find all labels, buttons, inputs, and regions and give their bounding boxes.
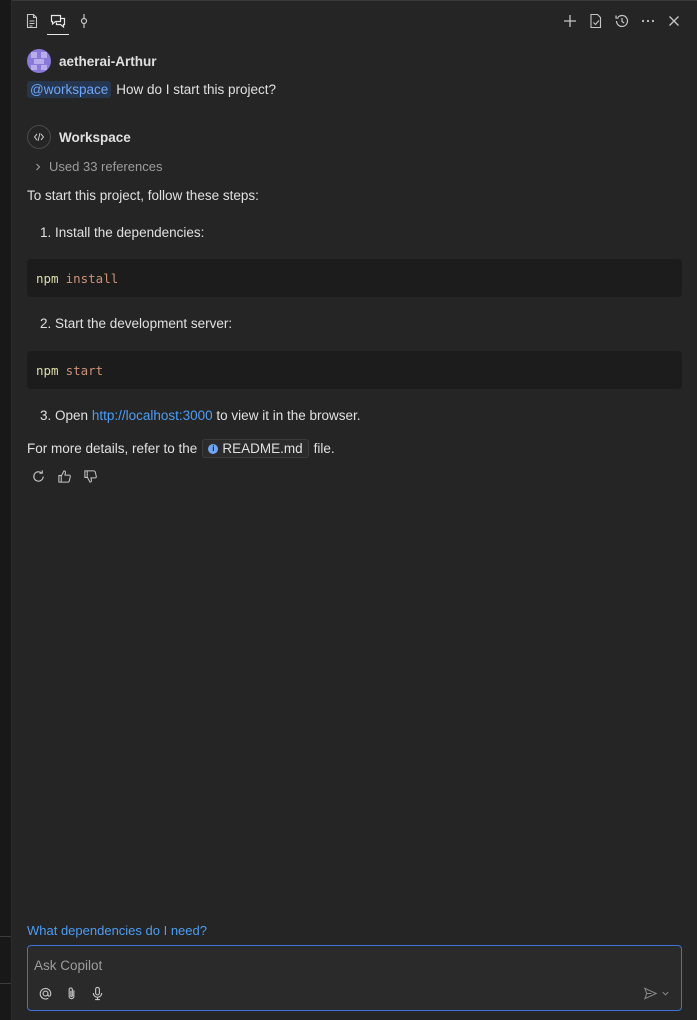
more-suffix: file. [313,441,335,456]
workspace-mention[interactable]: @workspace [27,81,112,98]
response-actions [29,467,107,485]
send-icon[interactable] [641,984,659,1002]
step-1-label: 1. Install the dependencies: [40,225,205,240]
code-icon [27,125,51,149]
step-3-prefix: 3. Open [40,408,89,423]
chat-input[interactable] [34,954,634,976]
code-block[interactable]: npm start [27,351,682,389]
code-block[interactable]: npm install [27,259,682,297]
panel-toolbar [12,0,697,38]
localhost-link[interactable]: http://localhost:3000 [92,408,213,423]
plus-icon[interactable] [559,10,581,32]
step-3: 3. Open http://localhost:3000 to view it… [40,408,361,423]
chevron-right-icon [36,163,41,170]
step-3-suffix: to view it in the browser. [216,408,361,423]
more-prefix: For more details, refer to the [27,441,198,456]
active-tab-indicator [47,34,69,35]
more-details: For more details, refer to the i README.… [27,439,335,458]
references-toggle[interactable]: Used 33 references [33,159,162,174]
code-command: npm [36,362,59,378]
chevron-down-icon[interactable] [659,984,671,1002]
copilot-chat-panel: aetherai-Arthur @workspace How do I star… [12,0,697,1020]
close-icon[interactable] [663,10,685,32]
mic-icon[interactable] [88,984,106,1002]
references-label: Used 33 references [49,159,163,174]
retry-icon[interactable] [29,467,47,485]
code-argument: install [65,270,119,286]
code-argument: start [65,362,104,378]
chat-input-box [27,945,682,1011]
step-2-label: 2. Start the development server: [40,316,233,331]
thumbs-up-icon[interactable] [55,467,73,485]
commit-icon[interactable] [73,10,95,32]
username: aetherai-Arthur [59,53,157,69]
user-message-text: How do I start this project? [116,82,277,97]
thumbs-down-icon[interactable] [81,467,99,485]
history-icon[interactable] [611,10,633,32]
agent-name: Workspace [59,129,131,145]
divider [0,936,11,937]
response-intro: To start this project, follow these step… [27,188,259,203]
open-editor-icon[interactable] [585,10,607,32]
chat-icon[interactable] [47,10,69,32]
file-icon[interactable] [21,10,43,32]
attach-icon[interactable] [62,984,80,1002]
at-icon[interactable] [36,984,54,1002]
left-activity-strip [0,0,12,1020]
info-icon: i [208,443,219,454]
user-message: @workspace How do I start this project? [27,81,276,98]
file-name: README.md [222,441,303,456]
readme-file-chip[interactable]: i README.md [202,439,309,458]
user-message-header: aetherai-Arthur [27,49,157,73]
avatar[interactable] [27,49,51,73]
code-command: npm [36,270,59,286]
agent-header: Workspace [27,125,131,149]
divider [0,983,11,984]
more-icon[interactable] [637,10,659,32]
follow-up-suggestion[interactable]: What dependencies do I need? [27,923,207,938]
